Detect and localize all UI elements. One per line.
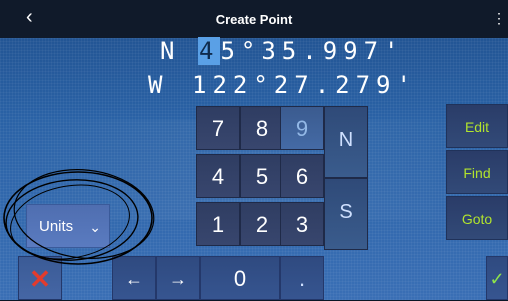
key-south[interactable]: S bbox=[324, 178, 368, 250]
latitude-field[interactable]: N 45°35.997' bbox=[0, 37, 508, 65]
key-4[interactable]: 4 bbox=[196, 154, 240, 198]
key-7[interactable]: 7 bbox=[196, 106, 240, 150]
latitude-hemisphere: N bbox=[160, 37, 181, 65]
scribble-annotation bbox=[3, 169, 155, 265]
edit-button[interactable]: Edit bbox=[446, 104, 508, 148]
key-6[interactable]: 6 bbox=[280, 154, 324, 198]
goto-button[interactable]: Goto bbox=[446, 196, 508, 240]
key-north[interactable]: N bbox=[324, 106, 368, 178]
key-decimal[interactable]: . bbox=[280, 256, 324, 300]
key-5[interactable]: 5 bbox=[240, 154, 284, 198]
more-icon[interactable]: ⋮ bbox=[492, 10, 506, 27]
longitude-value: 122°27.279' bbox=[192, 71, 417, 99]
title-bar: ‹ Create Point ⋮ bbox=[0, 0, 508, 38]
find-button[interactable]: Find bbox=[446, 150, 508, 194]
key-9[interactable]: 9 bbox=[280, 106, 324, 150]
latitude-value: 45°35.997' bbox=[198, 37, 405, 65]
latitude-value-rest: 5°35.997' bbox=[220, 37, 405, 65]
longitude-hemisphere: W bbox=[148, 71, 169, 99]
page-title: Create Point bbox=[215, 12, 293, 27]
longitude-field[interactable]: W 122°27.279' bbox=[0, 71, 508, 99]
confirm-icon[interactable]: ✓ bbox=[486, 256, 508, 300]
key-3[interactable]: 3 bbox=[280, 202, 324, 246]
key-0[interactable]: 0 bbox=[200, 256, 280, 300]
key-8[interactable]: 8 bbox=[240, 106, 284, 150]
key-2[interactable]: 2 bbox=[240, 202, 284, 246]
create-point-screen: ‹ Create Point ⋮ N 45°35.997' W 122°27.2… bbox=[0, 0, 508, 300]
key-1[interactable]: 1 bbox=[196, 202, 240, 246]
input-cursor: 4 bbox=[198, 37, 221, 65]
